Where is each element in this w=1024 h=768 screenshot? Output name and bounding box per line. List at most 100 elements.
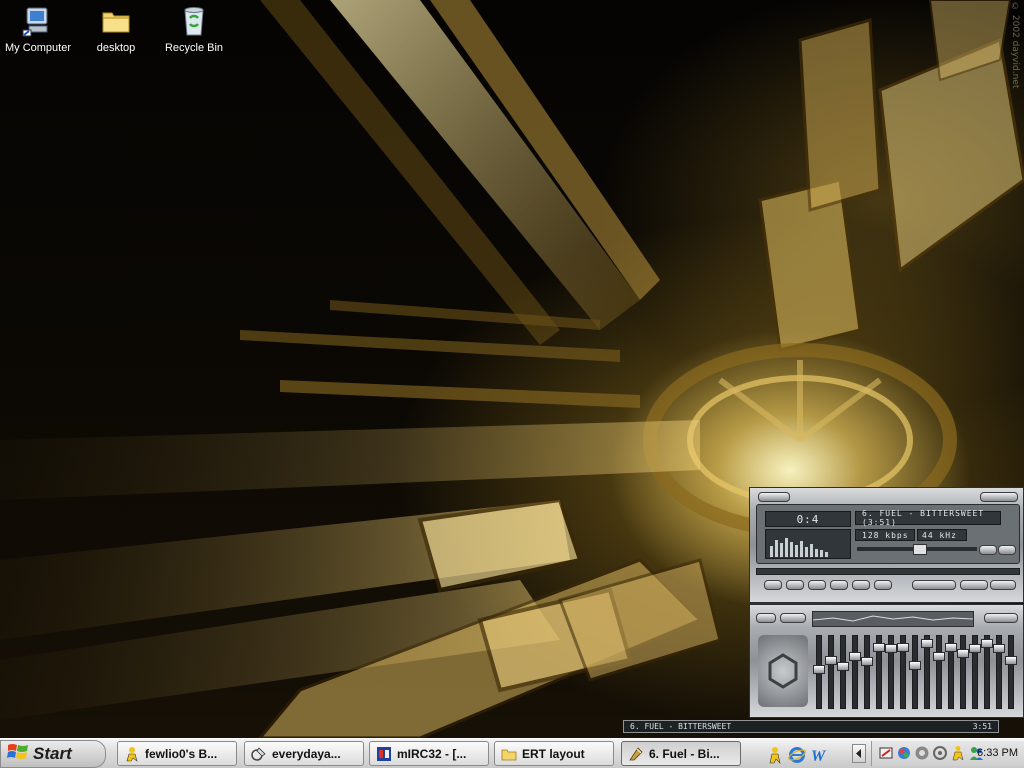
wallpaper-watermark: © 2002 dayvid.net [1010, 2, 1020, 89]
winamp-playlist-toggle[interactable] [998, 545, 1016, 555]
taskbar-button-mirc[interactable]: mIRC32 - [... [369, 741, 489, 766]
winamp-eq-band-slider[interactable] [873, 635, 885, 709]
winamp-shuffle-button[interactable] [912, 580, 956, 590]
winamp-eq-band-slider[interactable] [885, 635, 897, 709]
winamp-eq-band-slider[interactable] [969, 635, 981, 709]
network-icon[interactable] [896, 745, 912, 761]
winamp-eq-band-knob[interactable] [849, 652, 861, 661]
winamp-equalizer-window[interactable] [749, 604, 1024, 718]
winamp-eq-band-slider[interactable] [909, 635, 921, 709]
winamp-spectrum-visualizer [765, 529, 851, 559]
winamp-eq-band-knob[interactable] [957, 649, 969, 658]
taskbar: Start fewlio0's B... everydaya... mIRC32… [0, 738, 1024, 768]
winamp-eq-band-knob[interactable] [1005, 656, 1017, 665]
tray-expand-button[interactable] [852, 744, 866, 763]
desktop-icon-recycle-bin[interactable]: Recycle Bin [156, 2, 232, 54]
winamp-eq-band-slider[interactable] [981, 635, 993, 709]
winamp-eq-toggle[interactable] [979, 545, 997, 555]
winamp-eq-band-knob[interactable] [897, 643, 909, 652]
taskbar-button-label: mIRC32 - [... [397, 746, 467, 761]
system-tray: 6:33 PM [871, 741, 1024, 766]
winamp-stop-button[interactable] [830, 580, 848, 590]
winamp-volume-knob[interactable] [913, 544, 927, 555]
winamp-ticker-title: 6. FUEL - BITTERSWEET [630, 722, 732, 731]
volume-icon[interactable] [878, 745, 894, 761]
winamp-bitrate: 128 kbps [855, 529, 915, 541]
winamp-eq-band-slider[interactable] [1005, 635, 1017, 709]
winamp-eq-band-knob[interactable] [993, 644, 1005, 653]
taskbar-button-label: fewlio0's B... [145, 746, 218, 761]
winamp-eq-band-slider[interactable] [957, 635, 969, 709]
taskbar-clock[interactable]: 6:33 PM [977, 747, 1018, 759]
desktop-icon-desktop-folder[interactable]: desktop [78, 2, 154, 54]
desktop-icon-my-computer[interactable]: My Computer [0, 2, 76, 54]
winamp-eq-band-slider[interactable] [993, 635, 1005, 709]
aim-tray-icon[interactable] [950, 745, 966, 761]
winamp-eq-on-button[interactable] [756, 613, 776, 623]
winamp-play-button[interactable] [786, 580, 804, 590]
aim-buddy-icon [124, 746, 140, 762]
winamp-eq-band-slider[interactable] [945, 635, 957, 709]
taskbar-button-label: everydaya... [272, 746, 341, 761]
winamp-window-controls[interactable] [980, 492, 1018, 502]
winamp-repeat-button[interactable] [960, 580, 988, 590]
taskbar-button-aim-buddy[interactable]: fewlio0's B... [117, 741, 237, 766]
winamp-eq-band-knob[interactable] [885, 644, 897, 653]
taskbar-button-everydaya[interactable]: everydaya... [244, 741, 364, 766]
winamp-eq-band-slider[interactable] [897, 635, 909, 709]
winamp-player: 0:4 6. FUEL - BITTERSWEET (3:51) 128 kbp… [749, 487, 1024, 735]
sound-icon[interactable] [932, 745, 948, 761]
winamp-eq-band-slider[interactable] [933, 635, 945, 709]
winamp-pause-button[interactable] [808, 580, 826, 590]
winamp-eq-logo [758, 635, 808, 707]
winamp-eq-band-knob[interactable] [969, 644, 981, 653]
winamp-eq-band-knob[interactable] [873, 643, 885, 652]
winamp-eq-band-slider[interactable] [861, 635, 873, 709]
winamp-eq-band-slider[interactable] [921, 635, 933, 709]
winamp-eq-auto-button[interactable] [780, 613, 806, 623]
winamp-eq-presets-button[interactable] [984, 613, 1018, 623]
winamp-next-button[interactable] [852, 580, 870, 590]
winamp-eq-band-slider[interactable] [825, 635, 837, 709]
start-button[interactable]: Start [0, 740, 106, 768]
winamp-eq-band-knob[interactable] [837, 662, 849, 671]
winamp-track-title: 6. FUEL - BITTERSWEET (3:51) [855, 509, 1001, 527]
taskbar-button-label: 6. Fuel - Bi... [649, 746, 720, 761]
winamp-eject-button[interactable] [874, 580, 892, 590]
desktop-icon-label: My Computer [4, 42, 72, 54]
winamp-menu-button[interactable] [758, 492, 790, 502]
winamp-eq-band-knob[interactable] [933, 652, 945, 661]
folder-icon [99, 4, 133, 38]
winamp-eq-band-knob[interactable] [825, 656, 837, 665]
winamp-display-frame: 0:4 6. FUEL - BITTERSWEET (3:51) 128 kbp… [756, 504, 1020, 564]
winamp-eq-band-slider[interactable] [813, 635, 825, 709]
winamp-eq-band-slider[interactable] [837, 635, 849, 709]
winamp-seek-bar[interactable] [756, 568, 1020, 575]
winamp-w-icon[interactable]: W [810, 746, 828, 765]
winamp-about-button[interactable] [990, 580, 1016, 590]
winamp-volume-slider[interactable] [857, 544, 977, 555]
winamp-eq-band-knob[interactable] [861, 657, 873, 666]
winamp-eq-band-knob[interactable] [921, 639, 933, 648]
winamp-eq-band-knob[interactable] [909, 661, 921, 670]
start-label: Start [33, 744, 72, 763]
winamp-prev-button[interactable] [764, 580, 782, 590]
winamp-eq-band-knob[interactable] [813, 665, 825, 674]
winamp-ticker-time: 3:51 [972, 722, 992, 731]
internet-explorer-icon[interactable] [788, 746, 806, 764]
taskbar-button-ert-layout[interactable]: ERT layout [494, 741, 614, 766]
aim-icon[interactable] [766, 746, 784, 764]
winamp-samplerate: 44 kHz [917, 529, 967, 541]
winamp-eq-band-knob[interactable] [981, 639, 993, 648]
winamp-eq-band-knob[interactable] [945, 643, 957, 652]
winamp-main-window[interactable]: 0:4 6. FUEL - BITTERSWEET (3:51) 128 kbp… [749, 487, 1024, 603]
winamp-ticker-bar[interactable]: 6. FUEL - BITTERSWEET 3:51 [623, 720, 999, 733]
firefox-icon[interactable] [914, 745, 930, 761]
windows-logo-icon [7, 742, 29, 767]
winamp-eq-band-slider[interactable] [849, 635, 861, 709]
winamp-icon [628, 746, 644, 762]
desktop-icon-label: desktop [96, 42, 136, 54]
taskbar-button-winamp[interactable]: 6. Fuel - Bi... [621, 741, 741, 766]
chevron-left-icon [856, 749, 861, 758]
folder-icon [501, 746, 517, 762]
